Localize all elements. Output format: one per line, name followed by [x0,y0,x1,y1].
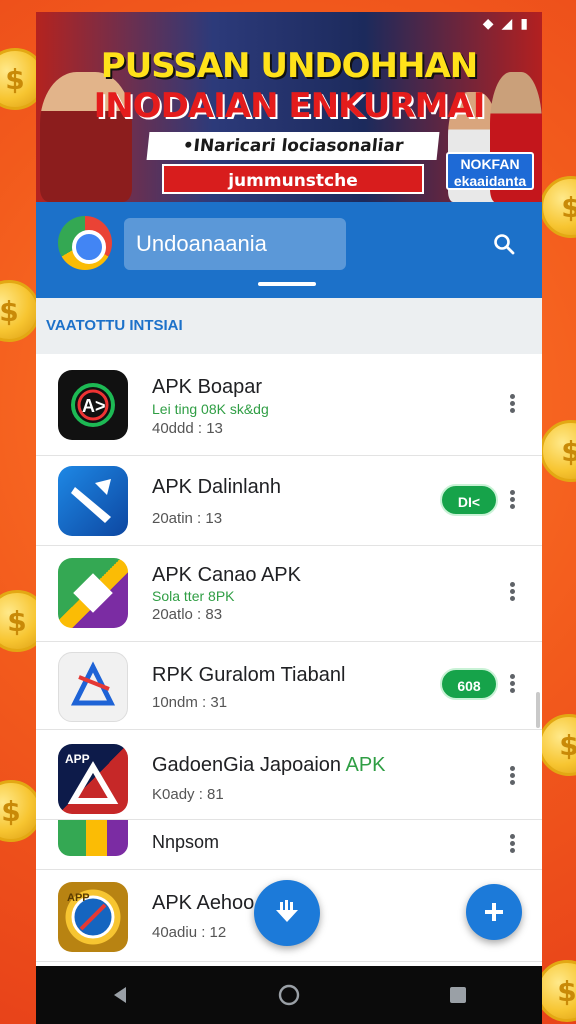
app-meta: 20atin : 13 [152,510,223,527]
browser-logo-icon[interactable] [58,216,112,270]
app-icon [58,558,128,628]
app-name: APK Boapar [152,376,263,398]
more-vert-icon[interactable] [508,672,516,696]
coin-icon: $ [538,714,576,776]
app-name-suffix: APK [345,754,386,776]
download-fab[interactable] [254,880,320,946]
svg-text:APP: APP [67,892,90,904]
list-item[interactable]: Nnpsom [36,820,542,870]
app-meta: K0ady : 81 [152,786,224,803]
app-icon [58,820,128,856]
coin-icon: $ [536,960,576,1022]
app-meta: 10ndm : 31 [152,694,228,711]
search-header: Undoanaania [36,202,542,298]
app-logo-icon: APP [65,752,119,804]
svg-text:A>: A> [82,396,106,416]
banner-strip-secondary: jummunstche elianaieencs" [162,164,424,202]
app-logo-icon [73,573,113,613]
app-name-text: GadoenGia Japoaion [152,754,342,776]
app-icon [58,466,128,536]
banner-title-line1: PUSSAN UNDOHHAN [100,46,478,86]
list-item[interactable]: APP GadoenGia Japoaion APK K0ady : 81 [36,730,542,820]
app-name: APK Dalinlanh [152,476,281,498]
banner-title-line2: INODAIAN ENKURMAI [93,86,486,126]
back-icon[interactable] [108,983,132,1007]
banner-badge: NOKFAN ekaaidanta [446,152,534,190]
app-icon: APP [58,744,128,814]
search-input[interactable]: Undoanaania [124,218,346,270]
coin-icon: $ [540,176,576,238]
more-vert-icon[interactable] [508,764,516,788]
tab-indicator [258,282,316,286]
promo-banner[interactable]: ◆ ◢ ▮ PUSSAN UNDOHHAN INODAIAN ENKURMAI … [36,12,542,202]
coin-icon: $ [540,420,576,482]
section-title: VAATOTTU INTSIAI [36,298,542,354]
app-name: Nnpsom [152,832,220,852]
recents-icon[interactable] [446,983,470,1007]
app-meta: 20atlo : 83 [152,606,223,623]
app-logo-icon: A> [71,383,115,427]
system-nav-bar [36,966,542,1024]
app-logo-icon [71,479,111,523]
search-icon[interactable] [492,232,516,256]
app-logo-icon: APP [67,892,115,939]
banner-strip: •INaricari lociasonaliar Maslait [146,132,440,184]
app-name: GadoenGia Japoaion APK [152,754,386,777]
wifi-icon: ◆ [482,16,494,32]
app-icon: APP [58,882,128,952]
add-icon [485,903,503,921]
add-fab[interactable] [466,884,522,940]
more-vert-icon[interactable] [508,488,516,512]
app-name: APK Aehoo [152,892,255,914]
more-vert-icon[interactable] [508,392,516,416]
app-icon: A> [58,370,128,440]
scrollbar[interactable] [536,692,540,728]
coin-icon: $ [0,280,40,342]
svg-text:APP: APP [65,752,90,766]
home-icon[interactable] [277,983,301,1007]
battery-icon: ▮ [520,16,528,32]
app-subtitle: Sola tter 8PK [152,588,235,604]
install-button[interactable]: 608 [440,668,498,700]
signal-icon: ◢ [501,16,513,32]
list-item[interactable]: APK Dalinlanh 20atin : 13 DI< [36,456,542,546]
app-name: RPK Guralom Tiabanl [152,664,346,686]
app-name: APK Canao APK [152,564,301,586]
list-item[interactable]: A> APK Boapar Lei ting 08K sk&dg 40ddd :… [36,354,542,456]
phone-screen: ◆ ◢ ▮ PUSSAN UNDOHHAN INODAIAN ENKURMAI … [36,12,542,1024]
download-icon [276,900,298,922]
app-meta: 40ddd : 13 [152,420,223,437]
app-icon [58,652,128,722]
install-button[interactable]: DI< [440,484,498,516]
app-logo-icon [70,661,116,706]
app-meta: 40adiu : 12 [152,924,227,941]
list-item[interactable]: RPK Guralom Tiabanl 10ndm : 31 608 [36,642,542,730]
status-bar: ◆ ◢ ▮ [483,16,528,32]
app-subtitle: Lei ting 08K sk&dg [152,401,269,417]
more-vert-icon[interactable] [508,580,516,604]
more-vert-icon[interactable] [508,832,516,856]
list-item[interactable]: APK Canao APK Sola tter 8PK 20atlo : 83 [36,546,542,642]
